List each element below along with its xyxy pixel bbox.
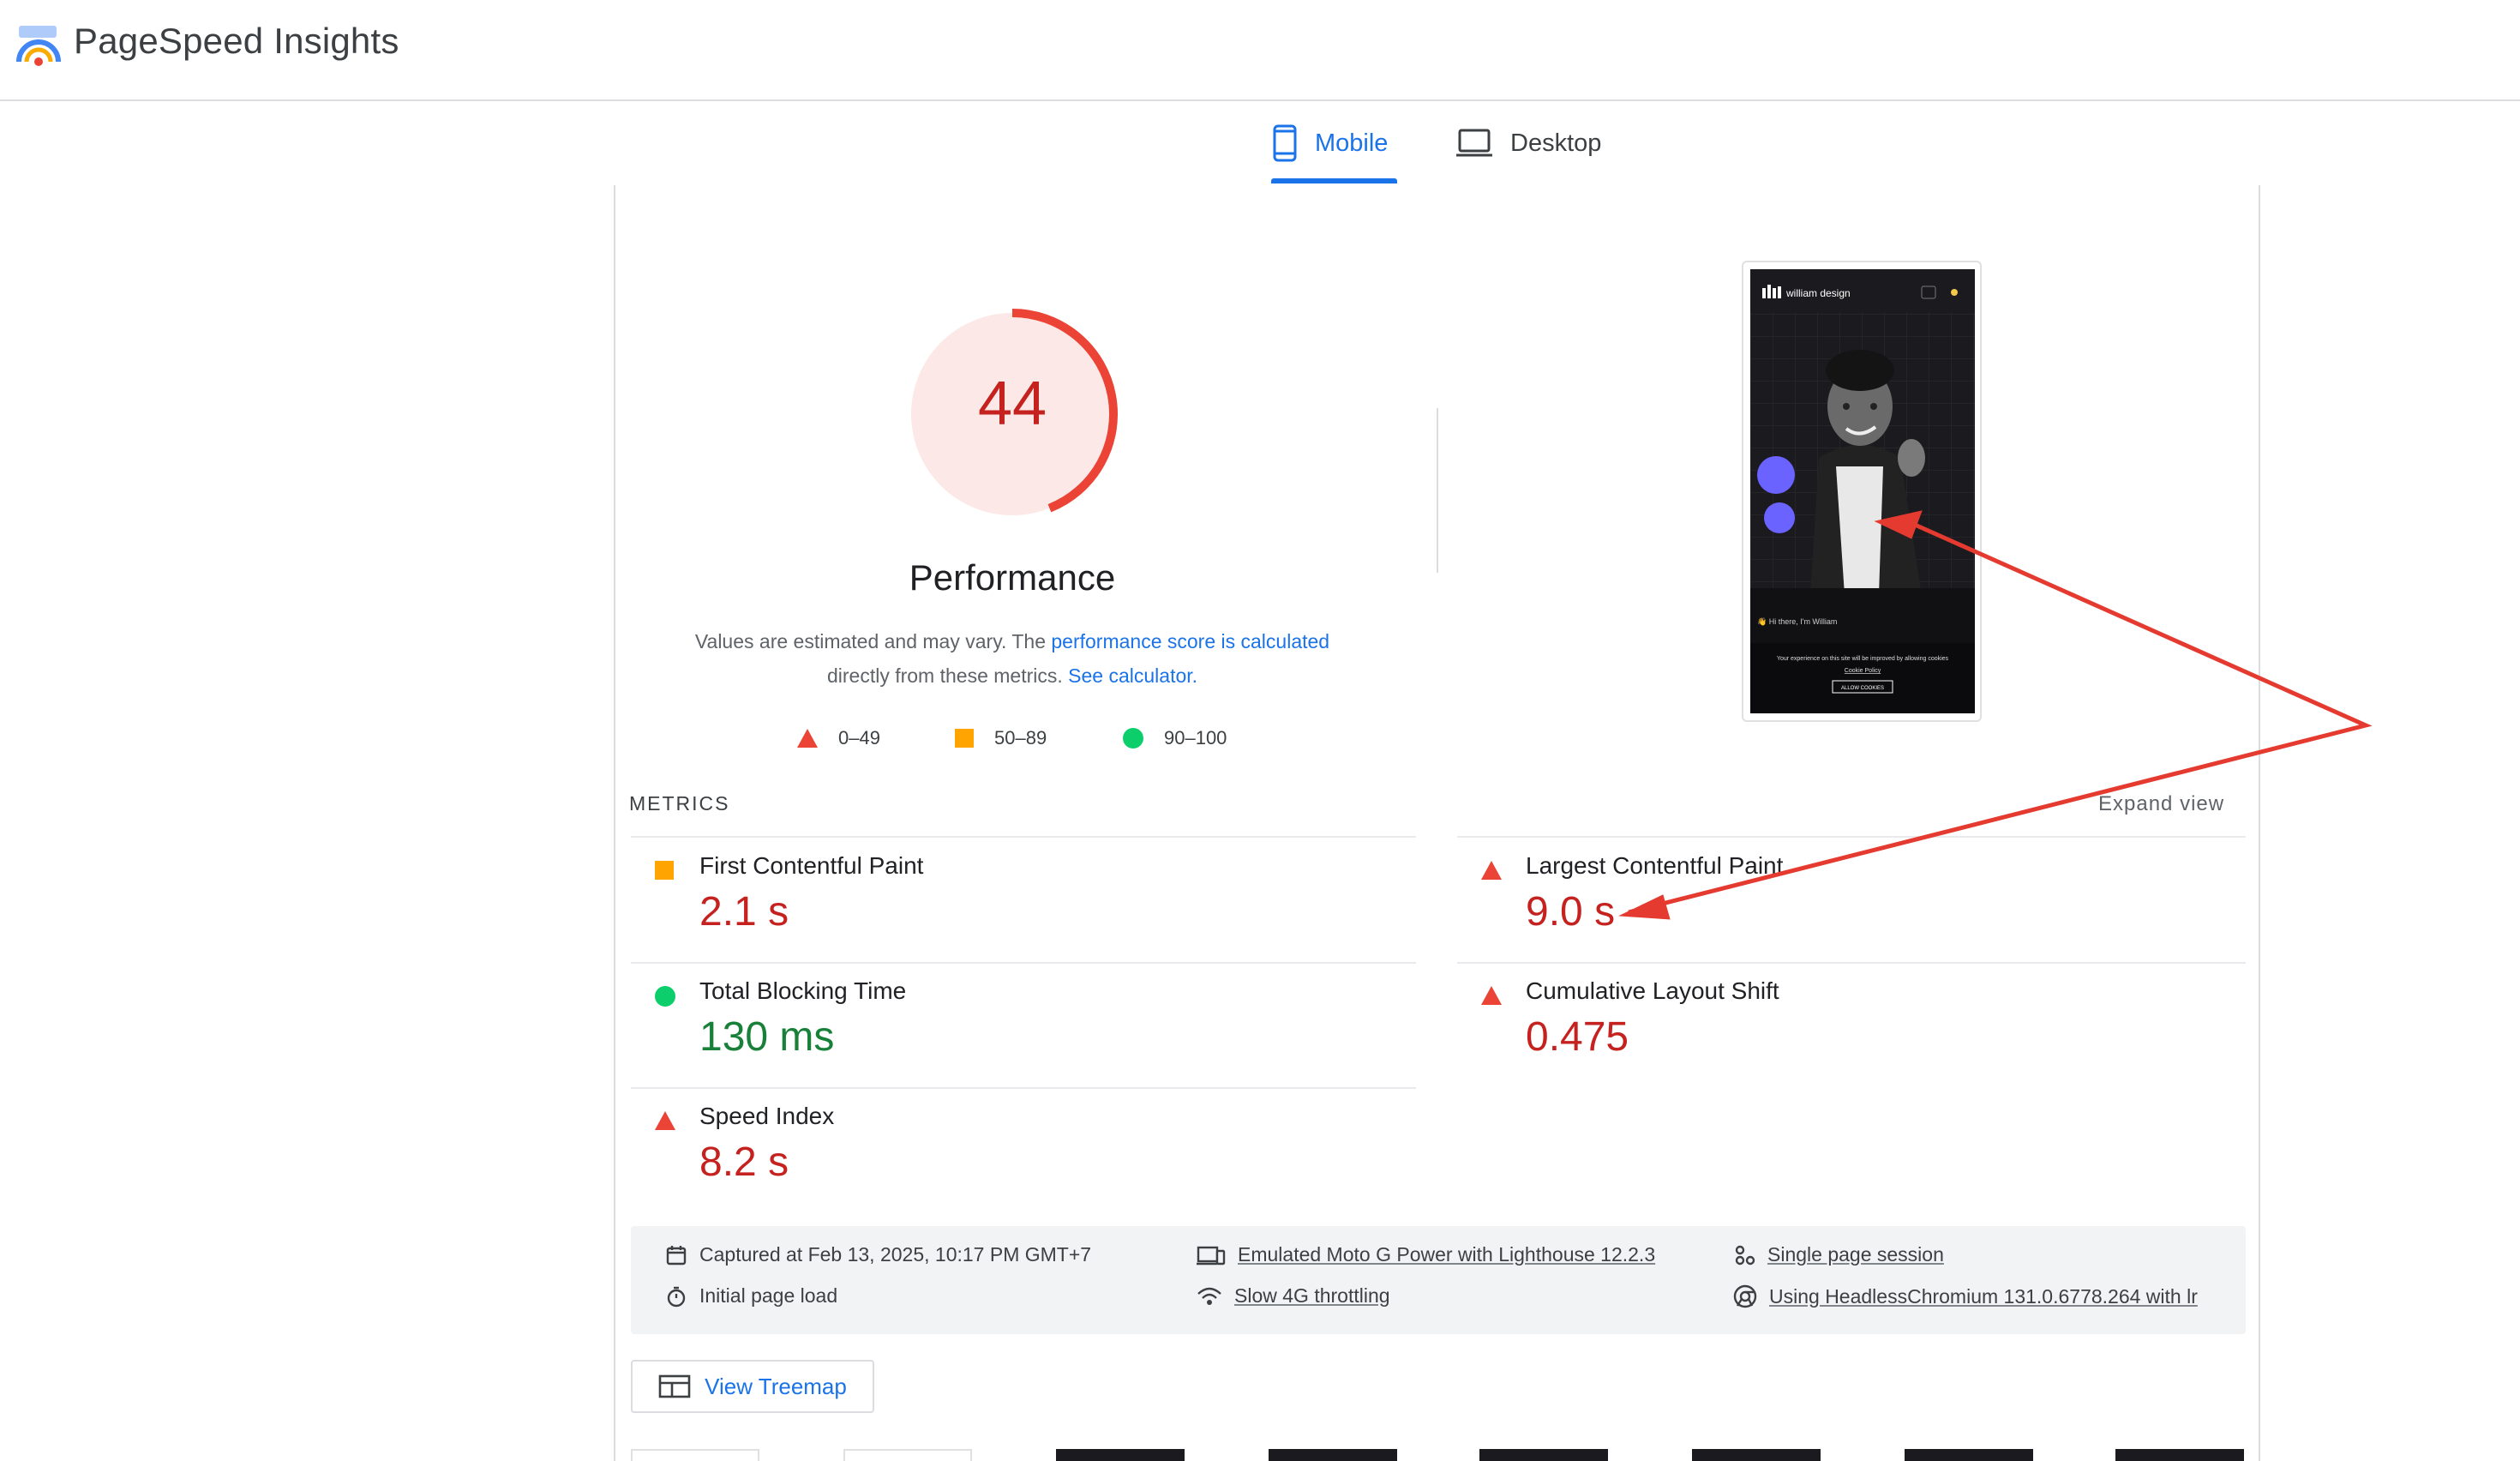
- runtime-session[interactable]: Single page session: [1733, 1243, 1944, 1266]
- runtime-throttling[interactable]: Slow 4G throttling: [1197, 1284, 1390, 1308]
- legend-pass: 90–100: [1123, 727, 1227, 749]
- legend-fail: 0–49: [797, 727, 880, 749]
- runtime-captured: Captured at Feb 13, 2025, 10:17 PM GMT+7: [665, 1243, 1091, 1266]
- filmstrip-frame: [1905, 1449, 2033, 1461]
- screenshot-illustration: 👋 Hi there, I'm William Your experience …: [1750, 269, 1975, 713]
- treemap-button-label: View Treemap: [705, 1373, 847, 1399]
- metric-divider: [1457, 836, 2246, 838]
- description-text-2: directly from these metrics.: [826, 664, 1069, 687]
- legend-label: 90–100: [1164, 727, 1227, 749]
- runtime-browser[interactable]: Using HeadlessChromium 131.0.6778.264 wi…: [1733, 1284, 2198, 1308]
- filmstrip-frame: [1479, 1449, 1608, 1461]
- runtime-text: Captured at Feb 13, 2025, 10:17 PM GMT+7: [699, 1243, 1092, 1266]
- treemap-icon: [658, 1374, 691, 1398]
- filmstrip-frame: [1056, 1449, 1185, 1461]
- legend-label: 0–49: [838, 727, 880, 749]
- metric-label: Largest Contentful Paint: [1526, 852, 1784, 879]
- filmstrip-frame: [843, 1449, 972, 1461]
- pass-circle-icon: [1123, 728, 1143, 749]
- metric-value: 0.475: [1526, 1014, 1629, 1060]
- tab-mobile[interactable]: Mobile: [1272, 101, 1388, 185]
- filmstrip-frame: [631, 1449, 759, 1461]
- metric-first-contentful-paint[interactable]: First Contentful Paint 2.1 s: [631, 839, 1385, 964]
- pass-circle-icon: [655, 986, 675, 1007]
- description-text: Values are estimated and may vary. The: [694, 630, 1052, 652]
- devices-icon: [1197, 1246, 1226, 1265]
- metric-divider: [631, 836, 1416, 838]
- legend-average: 50–89: [955, 727, 1047, 749]
- filmstrip-frame: [1692, 1449, 1821, 1461]
- metric-label: Total Blocking Time: [699, 977, 907, 1004]
- laptop-icon: [1456, 129, 1492, 157]
- metrics-heading: METRICS: [629, 792, 730, 815]
- metric-speed-index[interactable]: Speed Index 8.2 s: [631, 1089, 1385, 1214]
- legend-label: 50–89: [994, 727, 1047, 749]
- runtime-text: Single page session: [1767, 1243, 1944, 1266]
- tab-desktop[interactable]: Desktop: [1455, 101, 1601, 185]
- session-icon: [1735, 1245, 1755, 1265]
- fail-triangle-icon: [797, 729, 818, 748]
- fail-triangle-icon: [655, 1111, 675, 1130]
- expand-view-toggle[interactable]: Expand view: [2098, 792, 2224, 816]
- fail-triangle-icon: [1481, 861, 1502, 880]
- runtime-text: Slow 4G throttling: [1234, 1284, 1390, 1307]
- smartphone-icon: [1273, 124, 1297, 162]
- stopwatch-icon: [667, 1286, 686, 1307]
- chrome-icon: [1733, 1284, 1757, 1308]
- screenshot-cookie-link: Cookie Policy: [1845, 668, 1881, 674]
- final-screenshot: 👋 Hi there, I'm William Your experience …: [1750, 269, 1975, 713]
- average-square-icon: [955, 729, 974, 748]
- metric-label: First Contentful Paint: [699, 852, 924, 879]
- runtime-text: Emulated Moto G Power with Lighthouse 12…: [1238, 1243, 1656, 1266]
- metric-label: Cumulative Layout Shift: [1526, 977, 1779, 1004]
- runtime-text: Initial page load: [699, 1284, 838, 1307]
- tab-label: Mobile: [1315, 129, 1389, 157]
- screenshot-cookie-text: Your experience on this site will be imp…: [1777, 656, 1949, 662]
- metric-value: 9.0 s: [1526, 889, 1616, 935]
- tab-label: Desktop: [1510, 129, 1602, 157]
- calendar-icon: [666, 1245, 687, 1265]
- runtime-initial-load: Initial page load: [665, 1284, 837, 1308]
- performance-score-link[interactable]: performance score is calculated: [1051, 630, 1329, 652]
- average-square-icon: [655, 861, 674, 880]
- app-title[interactable]: PageSpeed Insights: [74, 21, 399, 62]
- network-icon: [1197, 1287, 1221, 1305]
- score-description: Values are estimated and may vary. The p…: [651, 624, 1373, 693]
- runtime-emulated-device[interactable]: Emulated Moto G Power with Lighthouse 12…: [1197, 1243, 1655, 1266]
- screenshot-brand: william design: [1785, 287, 1851, 299]
- performance-score: 44: [977, 370, 1047, 438]
- metric-value: 8.2 s: [699, 1139, 789, 1185]
- screenshot-cookie-button: ALLOW COOKIES: [1841, 686, 1884, 691]
- top-app-bar: PageSpeed Insights: [0, 0, 2520, 101]
- metric-value: 2.1 s: [699, 889, 789, 935]
- runtime-settings: Captured at Feb 13, 2025, 10:17 PM GMT+7…: [631, 1226, 2246, 1334]
- metric-total-blocking-time[interactable]: Total Blocking Time 130 ms: [631, 964, 1385, 1089]
- performance-title: Performance: [909, 557, 1116, 598]
- metric-value: 130 ms: [699, 1014, 835, 1060]
- metric-label: Speed Index: [699, 1103, 835, 1129]
- selected-tab-indicator: [1271, 178, 1397, 183]
- filmstrip-frame: [2115, 1449, 2244, 1461]
- pagespeed-logo-icon[interactable]: [15, 24, 62, 67]
- see-calculator-link[interactable]: See calculator.: [1068, 664, 1197, 687]
- view-treemap-button[interactable]: View Treemap: [631, 1360, 874, 1413]
- metric-largest-contentful-paint[interactable]: Largest Contentful Paint 9.0 s: [1457, 839, 2211, 964]
- filmstrip-frame: [1269, 1449, 1397, 1461]
- runtime-text: Using HeadlessChromium 131.0.6778.264 wi…: [1769, 1284, 2198, 1308]
- form-factor-tabs: Mobile Desktop: [0, 101, 2520, 185]
- fail-triangle-icon: [1481, 986, 1502, 1005]
- metric-cumulative-layout-shift[interactable]: Cumulative Layout Shift 0.475: [1457, 964, 2211, 1089]
- divider: [1437, 408, 1438, 573]
- screenshot-greeting: 👋 Hi there, I'm William: [1757, 617, 1837, 627]
